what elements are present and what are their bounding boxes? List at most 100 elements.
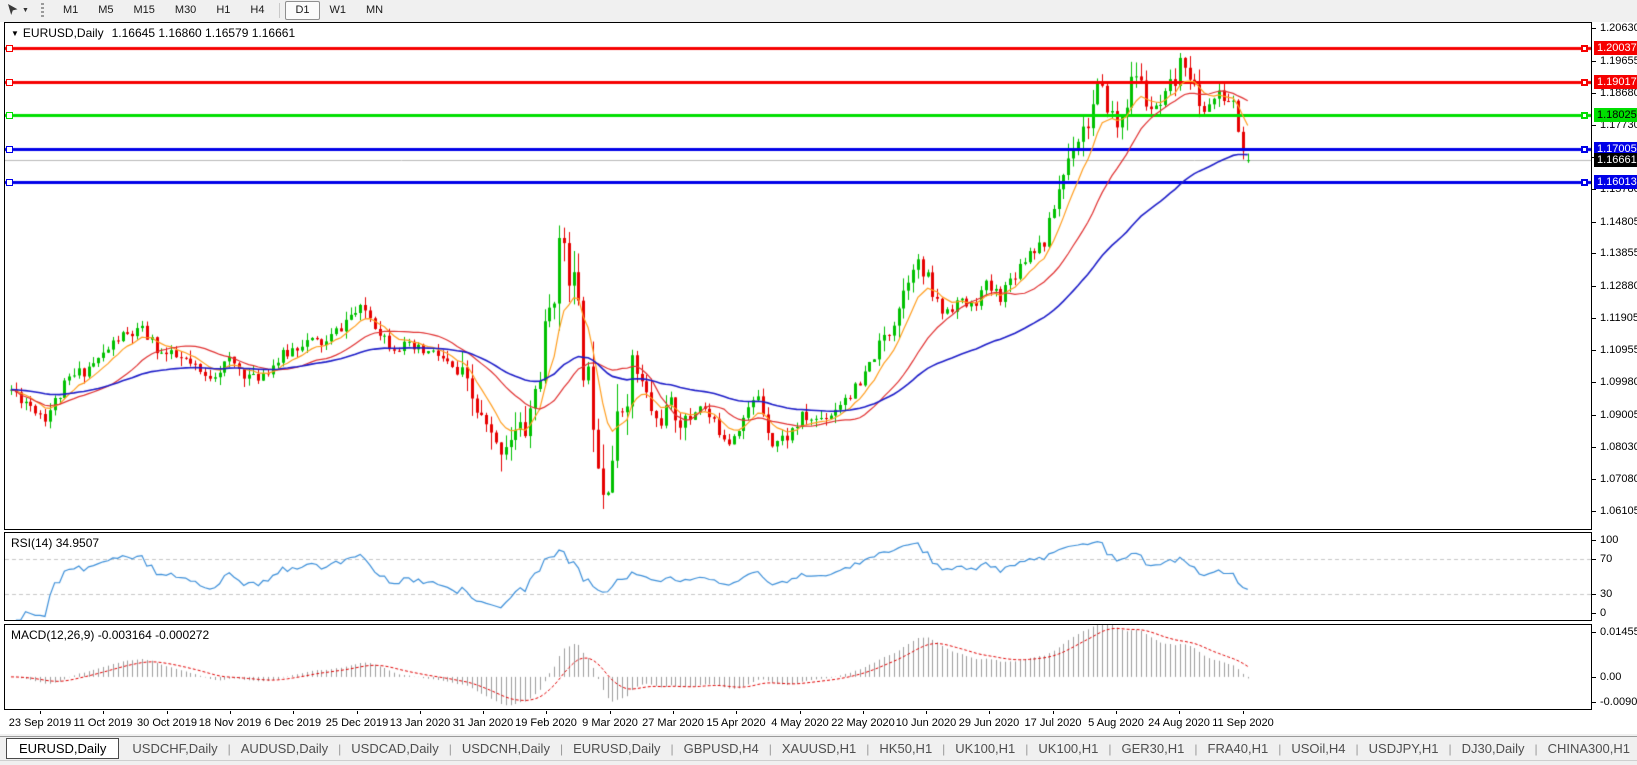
time-axis-tick-mark	[230, 711, 231, 714]
price-axis-tick-label: 1.09005	[1600, 409, 1637, 421]
tab-hk50-h1[interactable]: HK50,H1	[869, 738, 942, 759]
axis-tick-mark	[1592, 350, 1596, 351]
axis-tick-mark	[1592, 93, 1596, 94]
tab-ger30-h1[interactable]: GER30,H1	[1112, 738, 1195, 759]
time-axis-tick-mark	[420, 711, 421, 714]
macd-chart-canvas[interactable]	[5, 625, 1591, 709]
time-axis-tick-label: 9 Mar 2020	[582, 717, 638, 729]
tab-usdcad-daily[interactable]: USDCAD,Daily	[341, 738, 448, 759]
macd-name: MACD(12,26,9)	[11, 628, 94, 642]
chart-symbol-period: EURUSD,Daily	[23, 26, 104, 40]
axis-tick-mark	[1592, 415, 1596, 416]
tab-usdchf-daily[interactable]: USDCHF,Daily	[122, 738, 227, 759]
macd-axis-tick-label: 0.014556	[1600, 626, 1637, 638]
time-axis-tick-mark	[926, 711, 927, 714]
time-axis-tick-label: 11 Sep 2020	[1212, 717, 1274, 729]
time-axis-tick-label: 6 Dec 2019	[265, 717, 321, 729]
timeframe-button-m15[interactable]: M15	[124, 1, 165, 20]
tab-fra40-h1[interactable]: FRA40,H1	[1198, 738, 1279, 759]
price-line-label: 1.19017	[1594, 75, 1637, 89]
timeframe-button-m5[interactable]: M5	[88, 1, 123, 20]
axis-tick-mark	[1592, 479, 1596, 480]
timeframe-button-mn[interactable]: MN	[356, 1, 393, 20]
candlestick-chart-canvas[interactable]	[5, 23, 1591, 529]
timeframe-button-h1[interactable]: H1	[206, 1, 240, 20]
top-toolbar: ▼ M1M5M15M30H1H4 D1W1MN	[0, 0, 1637, 20]
price-axis: 1.206301.196551.186801.177301.167551.157…	[1592, 22, 1637, 734]
price-line-label: 1.20037	[1594, 41, 1637, 55]
tab-uk100-h1[interactable]: UK100,H1	[945, 738, 1025, 759]
rsi-indicator-panel: RSI(14) 34.9507	[4, 532, 1592, 621]
timeframe-button-m1[interactable]: M1	[53, 1, 88, 20]
axis-tick-mark	[1592, 613, 1596, 614]
time-axis-tick-mark	[546, 711, 547, 714]
price-axis-tick-label: 1.10955	[1600, 344, 1637, 356]
time-axis-tick-mark	[863, 711, 864, 714]
price-line-handle-left[interactable]	[6, 79, 13, 86]
status-strip	[0, 760, 1637, 765]
price-line-handle-right[interactable]	[1581, 79, 1588, 86]
chart-ohlc-values: 1.16645 1.16860 1.16579 1.16661	[112, 26, 296, 40]
macd-indicator-panel: MACD(12,26,9) -0.003164 -0.000272	[4, 624, 1592, 710]
rsi-label: RSI(14) 34.9507	[11, 536, 99, 550]
timeframe-button-m30[interactable]: M30	[165, 1, 206, 20]
price-line-label: 1.18025	[1594, 108, 1637, 122]
tab-dj30-daily[interactable]: DJ30,Daily	[1452, 738, 1535, 759]
axis-tick-mark	[1592, 559, 1596, 560]
axis-tick-mark	[1592, 318, 1596, 319]
tab-uk100-h1[interactable]: UK100,H1	[1028, 738, 1108, 759]
price-line-handle-right[interactable]	[1581, 179, 1588, 186]
price-line-handle-right[interactable]	[1581, 45, 1588, 52]
price-line-handle-left[interactable]	[6, 45, 13, 52]
time-axis-tick-mark	[610, 711, 611, 714]
axis-tick-mark	[1592, 222, 1596, 223]
price-chart-panel: ▼ EURUSD,Daily 1.16645 1.16860 1.16579 1.1…	[4, 22, 1592, 530]
tab-audusd-daily[interactable]: AUDUSD,Daily	[231, 738, 338, 759]
time-axis-tick-label: 22 May 2020	[831, 717, 895, 729]
timeframe-button-group: M1M5M15M30H1H4 D1W1MN	[53, 1, 393, 20]
price-line-handle-right[interactable]	[1581, 112, 1588, 119]
price-line-handle-left[interactable]	[6, 112, 13, 119]
time-axis-tick-label: 4 May 2020	[771, 717, 828, 729]
time-axis-tick-label: 30 Oct 2019	[137, 717, 197, 729]
timeframe-button-h4[interactable]: H4	[240, 1, 274, 20]
time-axis-tick-mark	[483, 711, 484, 714]
tab-usdjpy-h1[interactable]: USDJPY,H1	[1359, 738, 1449, 759]
price-axis-tick-label: 1.07080	[1600, 473, 1637, 485]
tab-usdcnh-daily[interactable]: USDCNH,Daily	[452, 738, 560, 759]
time-axis-tick-label: 10 Jun 2020	[896, 717, 957, 729]
rsi-axis-tick-label: 100	[1600, 534, 1618, 546]
price-axis-tick-label: 1.20630	[1600, 22, 1637, 34]
tab-china300-h1[interactable]: CHINA300,H1	[1538, 738, 1637, 759]
axis-tick-mark	[1592, 382, 1596, 383]
chart-window: ▼ EURUSD,Daily 1.16645 1.16860 1.16579 1.1…	[0, 22, 1637, 734]
rsi-axis-tick-label: 70	[1600, 553, 1612, 565]
tab-gbpusd-h4[interactable]: GBPUSD,H4	[674, 738, 769, 759]
price-line-handle-left[interactable]	[6, 179, 13, 186]
price-axis-tick-label: 1.11905	[1600, 312, 1637, 324]
timeframe-button-w1[interactable]: W1	[320, 1, 357, 20]
cursor-dropdown-arrow-icon[interactable]: ▼	[22, 7, 29, 14]
chart-title: ▼ EURUSD,Daily 1.16645 1.16860 1.16579 1.1…	[11, 26, 295, 40]
chart-collapse-icon[interactable]: ▼	[11, 29, 19, 38]
price-line-handle-right[interactable]	[1581, 146, 1588, 153]
rsi-chart-canvas[interactable]	[5, 533, 1591, 620]
time-axis-tick-mark	[1243, 711, 1244, 714]
macd-axis-tick-label: -0.009001	[1600, 696, 1637, 708]
price-axis-tick-label: 1.13855	[1600, 247, 1637, 259]
macd-values: -0.003164 -0.000272	[98, 628, 209, 642]
price-line-handle-left[interactable]	[6, 146, 13, 153]
tab-eurusd-daily[interactable]: EURUSD,Daily	[563, 738, 670, 759]
timeframe-button-d1[interactable]: D1	[285, 1, 319, 20]
price-axis-tick-label: 1.06105	[1600, 505, 1637, 517]
cursor-tool-icon[interactable]	[3, 2, 21, 18]
axis-tick-mark	[1592, 677, 1596, 678]
price-axis-tick-label: 1.19655	[1600, 55, 1637, 67]
tab-eurusd-daily[interactable]: EURUSD,Daily	[6, 738, 119, 759]
macd-label: MACD(12,26,9) -0.003164 -0.000272	[11, 628, 209, 642]
toolbar-grip-handle[interactable]	[41, 3, 44, 17]
tab-usoil-h4[interactable]: USOil,H4	[1281, 738, 1355, 759]
tab-xauusd-h1[interactable]: XAUUSD,H1	[772, 738, 866, 759]
rsi-name: RSI(14)	[11, 536, 52, 550]
price-axis-tick-label: 1.08030	[1600, 441, 1637, 453]
